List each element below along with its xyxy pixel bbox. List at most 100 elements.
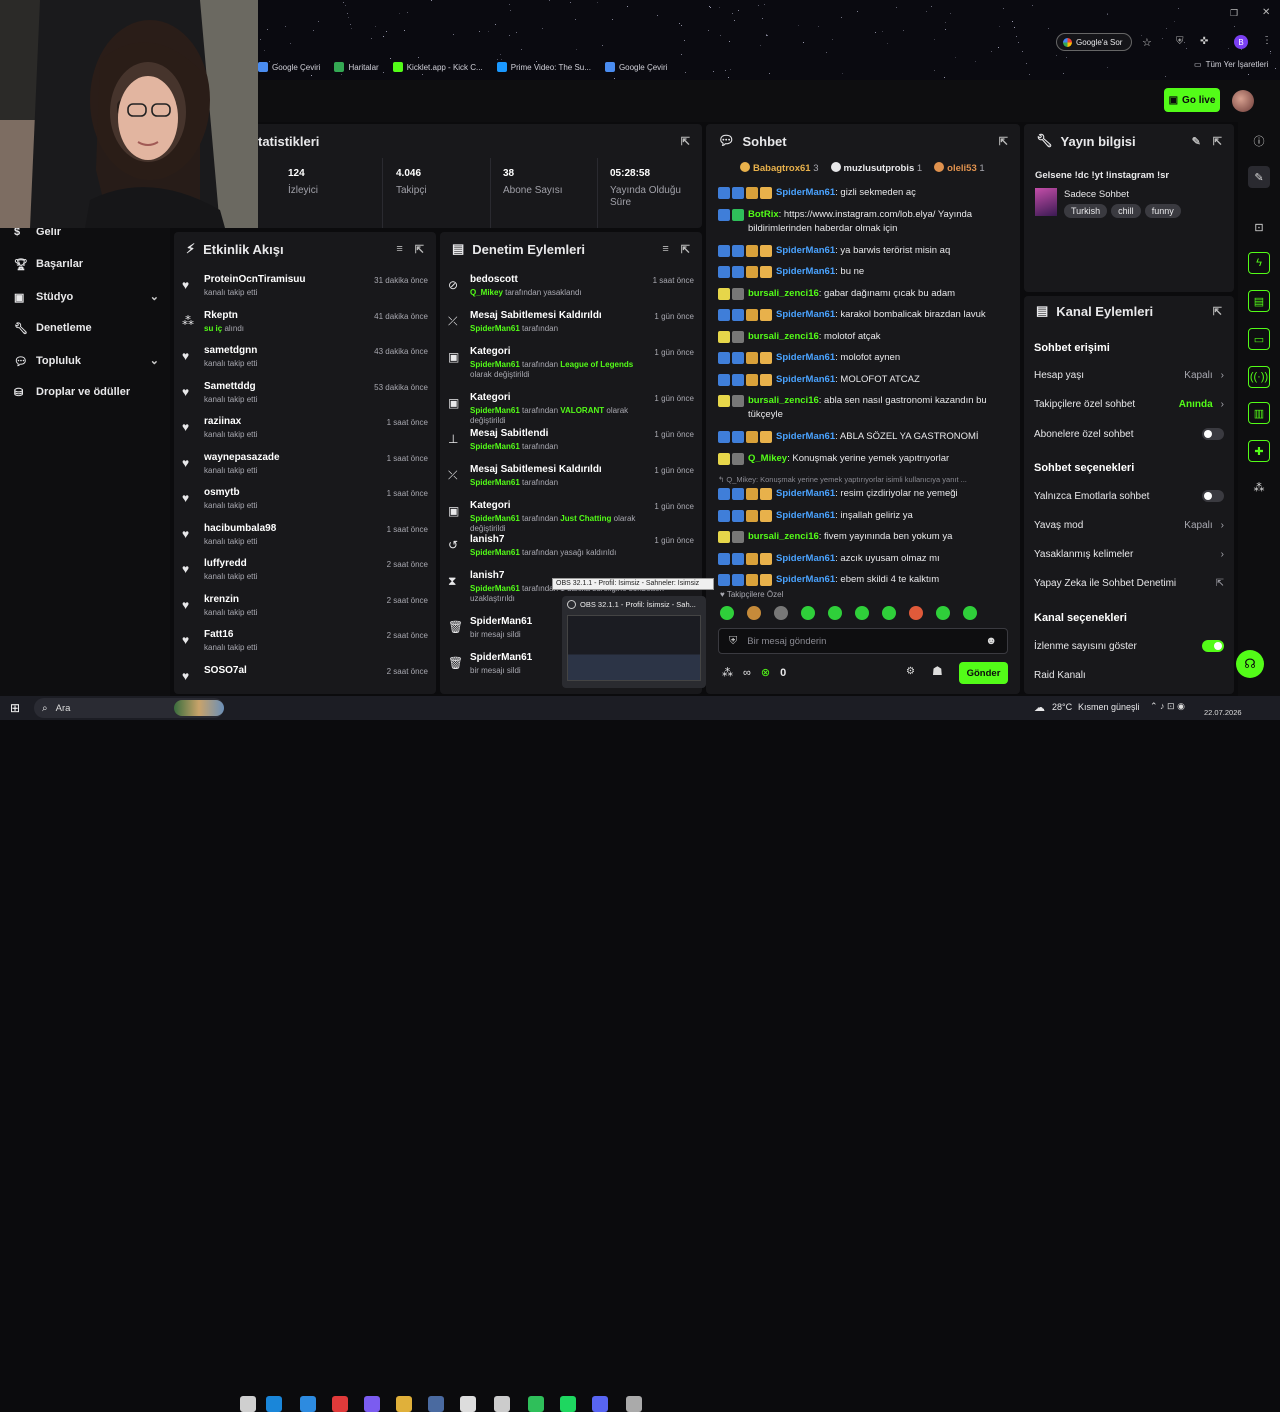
stream-tag[interactable]: funny [1144, 204, 1181, 218]
shield-extension-icon[interactable]: ⛨ [1176, 36, 1184, 47]
taskbar-search[interactable]: ⌕ Ara [34, 698, 224, 718]
chat-message[interactable]: SpiderMan61: karakol bombalicak birazdan… [718, 308, 1004, 322]
popout-icon[interactable]: ⇱ [1213, 305, 1222, 318]
edit-pencil-icon[interactable]: ✎ [1192, 135, 1201, 148]
chat-message[interactable]: SpiderMan61: MOLOFOT ATCAZ [718, 373, 1004, 387]
emote-icon[interactable] [882, 606, 896, 620]
chat-message[interactable]: SpiderMan61: ya barwis terörist misin aq [718, 244, 1004, 258]
user-avatar[interactable] [1232, 90, 1254, 112]
community-dots-icon[interactable]: ⁂ [722, 666, 733, 679]
obs-icon[interactable] [494, 1396, 510, 1412]
chat-message[interactable]: SpiderMan61: molofot aynen [718, 351, 1004, 365]
obs-taskbar-thumbnail[interactable]: OBS 32.1.1 - Profil: İsimsiz - Sah... [562, 596, 706, 688]
chat-message[interactable]: SpiderMan61: inşallah geliriz ya [718, 509, 1004, 523]
weather-icon[interactable]: ☁ [1034, 701, 1045, 714]
bookmark-item[interactable]: Prime Video: The Su... [496, 62, 591, 72]
popout-icon[interactable]: ⇱ [1213, 135, 1222, 148]
wrench-icon[interactable]: ✚ [1248, 440, 1270, 462]
chrome-icon[interactable] [528, 1396, 544, 1412]
bookmark-item[interactable]: Google Çeviri [604, 62, 667, 72]
bookmark-item[interactable]: Google Çeviri [258, 62, 320, 72]
lightning-icon[interactable]: ϟ [1248, 252, 1270, 274]
file-explorer-icon[interactable] [396, 1396, 412, 1412]
chat-message[interactable]: SpiderMan61: gizli sekmeden aç [718, 186, 1004, 200]
window-close-icon[interactable]: ✕ [1262, 7, 1270, 18]
chat-message[interactable]: bursali_zenci16: abla sen nasıl gastrono… [718, 394, 1004, 422]
nav-item-community[interactable]: 💬︎ Topluluk ⌄ [14, 354, 159, 368]
chat-message[interactable]: Q_Mikey: Konuşmak yerine yemek yapıtrıyo… [718, 452, 1004, 466]
subscribers-only-toggle[interactable] [1202, 428, 1224, 440]
leaderboard-entry[interactable]: Babagtrox61 3 [740, 162, 819, 174]
emote-icon[interactable] [747, 606, 761, 620]
popout-icon[interactable]: ⇱ [999, 135, 1008, 148]
send-button[interactable]: Gönder [959, 662, 1008, 684]
store-icon[interactable] [460, 1396, 476, 1412]
support-headset-button[interactable]: ☊ [1236, 650, 1264, 678]
show-viewer-count-toggle[interactable] [1202, 640, 1224, 652]
chat-message[interactable]: SpiderMan61: azcık uyusam olmaz mı [718, 552, 1004, 566]
nav-item-drops[interactable]: ⛁ Droplar ve ödüller [14, 386, 159, 399]
chat-message[interactable]: SpiderMan61: ebem skildi 4 te kalktım [718, 573, 1004, 587]
settings-gear-icon[interactable]: ⚙ [906, 666, 915, 677]
chat-message[interactable]: BotRix: https://www.instagram.com/lob.el… [718, 208, 1004, 236]
emote-only-toggle[interactable] [1202, 490, 1224, 502]
emote-icon[interactable] [774, 606, 788, 620]
task-view-icon[interactable] [240, 1396, 256, 1412]
profile-avatar[interactable]: B [1234, 35, 1248, 49]
info-icon[interactable]: ⓘ [1248, 130, 1270, 152]
followers-only-chat-row[interactable]: Takipçilere özel sohbet Anında › [1034, 399, 1224, 410]
chat-message[interactable]: bursali_zenci16: molotof atçak [718, 330, 1004, 344]
filter-icon[interactable]: ≡ [662, 243, 668, 256]
bookmark-star-icon[interactable]: ☆ [1142, 36, 1152, 49]
store-app-icon[interactable] [266, 1396, 282, 1412]
bookmark-item[interactable]: Haritalar [334, 62, 379, 72]
nav-item-moderation[interactable]: 🔧︎ Denetleme [14, 322, 159, 335]
popout-icon[interactable]: ⇱ [415, 243, 424, 256]
stream-tag[interactable]: chill [1111, 204, 1141, 218]
leaderboard-entry[interactable]: oleli53 1 [934, 162, 985, 174]
emote-icon[interactable] [909, 606, 923, 620]
discord-icon[interactable] [592, 1396, 608, 1412]
all-bookmarks-button[interactable]: ▭ Tüm Yer İşaretleri [1194, 60, 1268, 69]
edge-icon[interactable] [300, 1396, 316, 1412]
target-icon[interactable]: ⊡ [1248, 216, 1270, 238]
menu-kebab-icon[interactable]: ⋮ [1262, 35, 1272, 46]
emote-icon[interactable] [855, 606, 869, 620]
bot-icon[interactable]: ☗ [932, 664, 943, 678]
emote-icon[interactable] [801, 606, 815, 620]
chat-input[interactable]: ⛨ Bir mesaj gönderin ☻ [718, 628, 1008, 654]
chat-reply-preview[interactable]: ↰ Q_Mikey: Konuşmak yerine yemek yaptırı… [718, 473, 1004, 487]
opera-icon[interactable] [332, 1396, 348, 1412]
banned-words-row[interactable]: Yasaklanmış kelimeler › [1034, 549, 1224, 560]
chat-icon[interactable]: ▭ [1248, 328, 1270, 350]
bookmark-item[interactable]: Kicklet.app - Kick C... [392, 62, 483, 72]
document-icon[interactable]: ▤ [1248, 290, 1270, 312]
google-ask-button[interactable]: Google'a Sor [1056, 33, 1132, 51]
popout-icon[interactable]: ⇱ [681, 135, 690, 148]
community-dots-icon[interactable]: ⁂ [1248, 476, 1270, 498]
kick-coin-icon[interactable]: ⊗ [761, 666, 770, 679]
windows-start-icon[interactable]: ⊞ [10, 701, 20, 715]
nav-item-achievements[interactable]: 🏆︎ Başarılar [14, 258, 159, 271]
window-restore-icon[interactable]: ❐ [1230, 8, 1238, 19]
emote-icon[interactable] [828, 606, 842, 620]
broadcast-icon[interactable]: ((·)) [1248, 366, 1270, 388]
go-live-button[interactable]: ▣ Go live [1164, 88, 1220, 112]
chat-message[interactable]: bursali_zenci16: gabar dağınamı çıcak bu… [718, 287, 1004, 301]
obs-active-icon[interactable] [626, 1396, 642, 1412]
extensions-icon[interactable]: ✜ [1200, 36, 1208, 47]
chat-message[interactable]: SpiderMan61: ABLA SÖZEL YA GASTRONOMİ [718, 430, 1004, 444]
channel-actions-icon[interactable]: ▥ [1248, 402, 1270, 424]
ai-moderation-row[interactable]: Yapay Zeka ile Sohbet Denetimi ⇱ [1034, 578, 1224, 589]
emote-icon[interactable] [720, 606, 734, 620]
tray-icons[interactable]: ⌃ ♪ ⊡ ◉ [1150, 701, 1185, 712]
chat-message[interactable]: bursali_zenci16: fivem yayınında ben yok… [718, 530, 1004, 544]
chat-message[interactable]: SpiderMan61: bu ne [718, 265, 1004, 279]
leaderboard-entry[interactable]: muzlusutprobis 1 [830, 162, 922, 174]
raid-channel-row[interactable]: Raid Kanalı [1034, 670, 1224, 681]
emote-icon[interactable] [936, 606, 950, 620]
steam-icon[interactable] [428, 1396, 444, 1412]
copilot-icon[interactable] [364, 1396, 380, 1412]
nav-item-studio[interactable]: ▣ Stüdyo ⌄ [14, 290, 159, 304]
slow-mode-row[interactable]: Yavaş mod Kapalı › [1034, 520, 1224, 531]
